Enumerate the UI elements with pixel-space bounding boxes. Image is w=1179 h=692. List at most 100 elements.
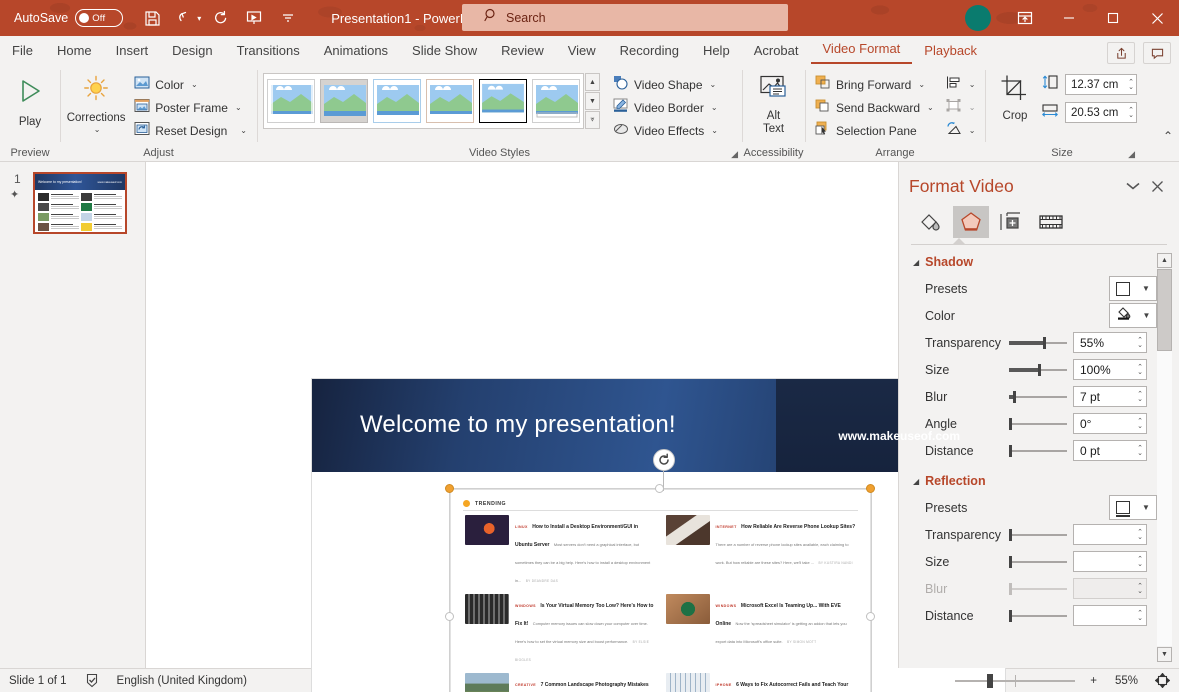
save-icon[interactable] (137, 3, 167, 33)
resize-handle-top-left[interactable] (445, 484, 454, 493)
shadow-blur-input[interactable]: 7 pt ⌃ ⌄ (1073, 386, 1147, 407)
undo-dropdown-caret[interactable]: ▾ (197, 14, 201, 23)
customize-quick-access-icon[interactable] (273, 3, 303, 33)
shadow-blur-slider[interactable] (1009, 390, 1067, 404)
alt-text-button[interactable]: Alt Text (748, 70, 799, 136)
scrollbar-thumb[interactable] (1157, 269, 1172, 351)
tab-file[interactable]: File (0, 40, 45, 64)
close-pane-icon[interactable] (1145, 174, 1169, 198)
video-effects-button[interactable]: Video Effects ⌄ (609, 119, 722, 142)
video-object[interactable]: TRENDING LINUX How to Install a Desktop … (450, 489, 871, 692)
shadow-angle-input[interactable]: 0° ⌃ ⌄ (1073, 413, 1147, 434)
spinner[interactable]: ⌃ ⌄ (1137, 556, 1143, 568)
maximize-icon[interactable] (1091, 0, 1135, 36)
shadow-angle-slider[interactable] (1009, 417, 1067, 431)
rotate-caret[interactable]: ⌄ (969, 126, 976, 135)
tab-insert[interactable]: Insert (104, 40, 161, 64)
format-pane-scrollbar[interactable]: ▲ ▼ (1157, 253, 1172, 662)
more-styles-icon[interactable]: ⩔ (585, 111, 600, 129)
send-backward-caret[interactable]: ⌄ (927, 103, 934, 112)
zoom-in-icon[interactable]: + (1081, 669, 1106, 692)
share-icon[interactable] (1107, 42, 1135, 64)
size-properties-tab[interactable] (993, 206, 1029, 238)
video-style-thumb[interactable] (532, 79, 580, 123)
resize-handle-top-center[interactable] (655, 484, 664, 493)
resize-handle-middle-right[interactable] (866, 612, 875, 621)
shadow-transparency-slider[interactable] (1009, 336, 1067, 350)
video-style-thumb[interactable] (426, 79, 474, 123)
video-border-caret[interactable]: ⌄ (711, 103, 718, 112)
spinner[interactable]: ⌃ ⌄ (1137, 529, 1143, 541)
reflection-transparency-input[interactable]: ⌃ ⌄ (1073, 524, 1147, 545)
reset-design-caret[interactable]: ⌄ (240, 126, 247, 135)
video-shape-caret[interactable]: ⌄ (710, 80, 717, 89)
tab-video-format[interactable]: Video Format (810, 38, 913, 64)
poster-frame-caret[interactable]: ⌄ (235, 103, 242, 112)
effects-tab[interactable] (953, 206, 989, 238)
section-header-shadow[interactable]: ◢ Shadow (899, 251, 1179, 275)
scroll-down-icon[interactable]: ▼ (1157, 647, 1172, 662)
slide-thumbnail-1[interactable]: Welcome to my presentation! www.makeuseo… (33, 172, 127, 234)
shadow-distance-slider[interactable] (1009, 444, 1067, 458)
shadow-color-picker[interactable]: ▼ (1109, 303, 1157, 328)
start-presentation-icon[interactable] (239, 3, 269, 33)
language-indicator[interactable]: English (United Kingdom) (108, 669, 256, 692)
reflection-transparency-slider[interactable] (1009, 528, 1067, 542)
group-objects-button[interactable]: ⌄ (942, 96, 980, 119)
collapse-ribbon-icon[interactable]: ⌃ (1163, 129, 1173, 143)
avatar[interactable] (965, 5, 991, 31)
tab-acrobat[interactable]: Acrobat (742, 40, 811, 64)
scroll-up-icon[interactable]: ▲ (585, 73, 600, 91)
search-input[interactable]: Search (462, 4, 788, 31)
spinner[interactable]: ⌃ ⌄ (1137, 445, 1143, 457)
fit-slide-icon[interactable] (1146, 669, 1179, 692)
spinner[interactable]: ⌃ ⌄ (1137, 610, 1143, 622)
poster-frame-button[interactable]: Poster Frame ⌄ (130, 96, 251, 119)
shadow-size-input[interactable]: 100% ⌃ ⌄ (1073, 359, 1147, 380)
send-backward-button[interactable]: Send Backward ⌄ (811, 96, 938, 119)
zoom-knob[interactable] (987, 673, 994, 688)
slide-counter[interactable]: Slide 1 of 1 (0, 669, 76, 692)
spinner[interactable]: ⌃ ⌄ (1137, 364, 1143, 376)
ribbon-display-options-icon[interactable] (1003, 0, 1047, 36)
tab-review[interactable]: Review (489, 40, 556, 64)
video-shape-button[interactable]: Video Shape ⌄ (609, 73, 722, 96)
video-style-thumb[interactable] (320, 79, 368, 123)
rotate-objects-button[interactable]: ⌄ (942, 119, 980, 142)
shape-width-input[interactable]: 20.53 cm ⌃ ⌄ (1065, 102, 1137, 123)
zoom-slider[interactable] (955, 669, 1076, 692)
rotate-handle-icon[interactable] (653, 449, 675, 471)
accessibility-checker-icon[interactable] (76, 669, 108, 692)
dialog-launcher-icon[interactable]: ◢ (731, 149, 738, 160)
redo-icon[interactable] (205, 3, 235, 33)
reflection-presets-dropdown[interactable]: ▼ (1109, 495, 1157, 520)
fill-line-tab[interactable] (913, 206, 949, 238)
spinner[interactable]: ⌃ ⌄ (1137, 391, 1143, 403)
reflection-size-slider[interactable] (1009, 555, 1067, 569)
shadow-size-slider[interactable] (1009, 363, 1067, 377)
comments-icon[interactable] (1143, 42, 1171, 64)
autosave-toggle[interactable]: Off (75, 9, 124, 27)
dialog-launcher-icon[interactable]: ◢ (1128, 149, 1135, 160)
reflection-distance-slider[interactable] (1009, 609, 1067, 623)
width-spinner[interactable]: ⌃ ⌄ (1128, 107, 1134, 119)
scroll-down-icon[interactable]: ▼ (585, 92, 600, 110)
tab-animations[interactable]: Animations (312, 40, 400, 64)
minimize-icon[interactable] (1047, 0, 1091, 36)
shadow-distance-input[interactable]: 0 pt ⌃ ⌄ (1073, 440, 1147, 461)
align-caret[interactable]: ⌄ (969, 80, 976, 89)
height-spinner[interactable]: ⌃ ⌄ (1128, 79, 1134, 91)
corrections-caret[interactable]: ⌄ (94, 125, 101, 134)
reflection-size-input[interactable]: ⌃ ⌄ (1073, 551, 1147, 572)
close-icon[interactable] (1135, 0, 1179, 36)
video-styles-gallery[interactable] (263, 73, 584, 129)
video-style-thumb-selected[interactable] (479, 79, 527, 123)
video-style-thumb[interactable] (267, 79, 315, 123)
resize-handle-middle-left[interactable] (445, 612, 454, 621)
resize-handle-top-right[interactable] (866, 484, 875, 493)
reflection-distance-input[interactable]: ⌃ ⌄ (1073, 605, 1147, 626)
shadow-presets-dropdown[interactable]: ▼ (1109, 276, 1157, 301)
color-caret[interactable]: ⌄ (191, 80, 198, 89)
tab-transitions[interactable]: Transitions (225, 40, 312, 64)
bring-forward-caret[interactable]: ⌄ (918, 80, 925, 89)
